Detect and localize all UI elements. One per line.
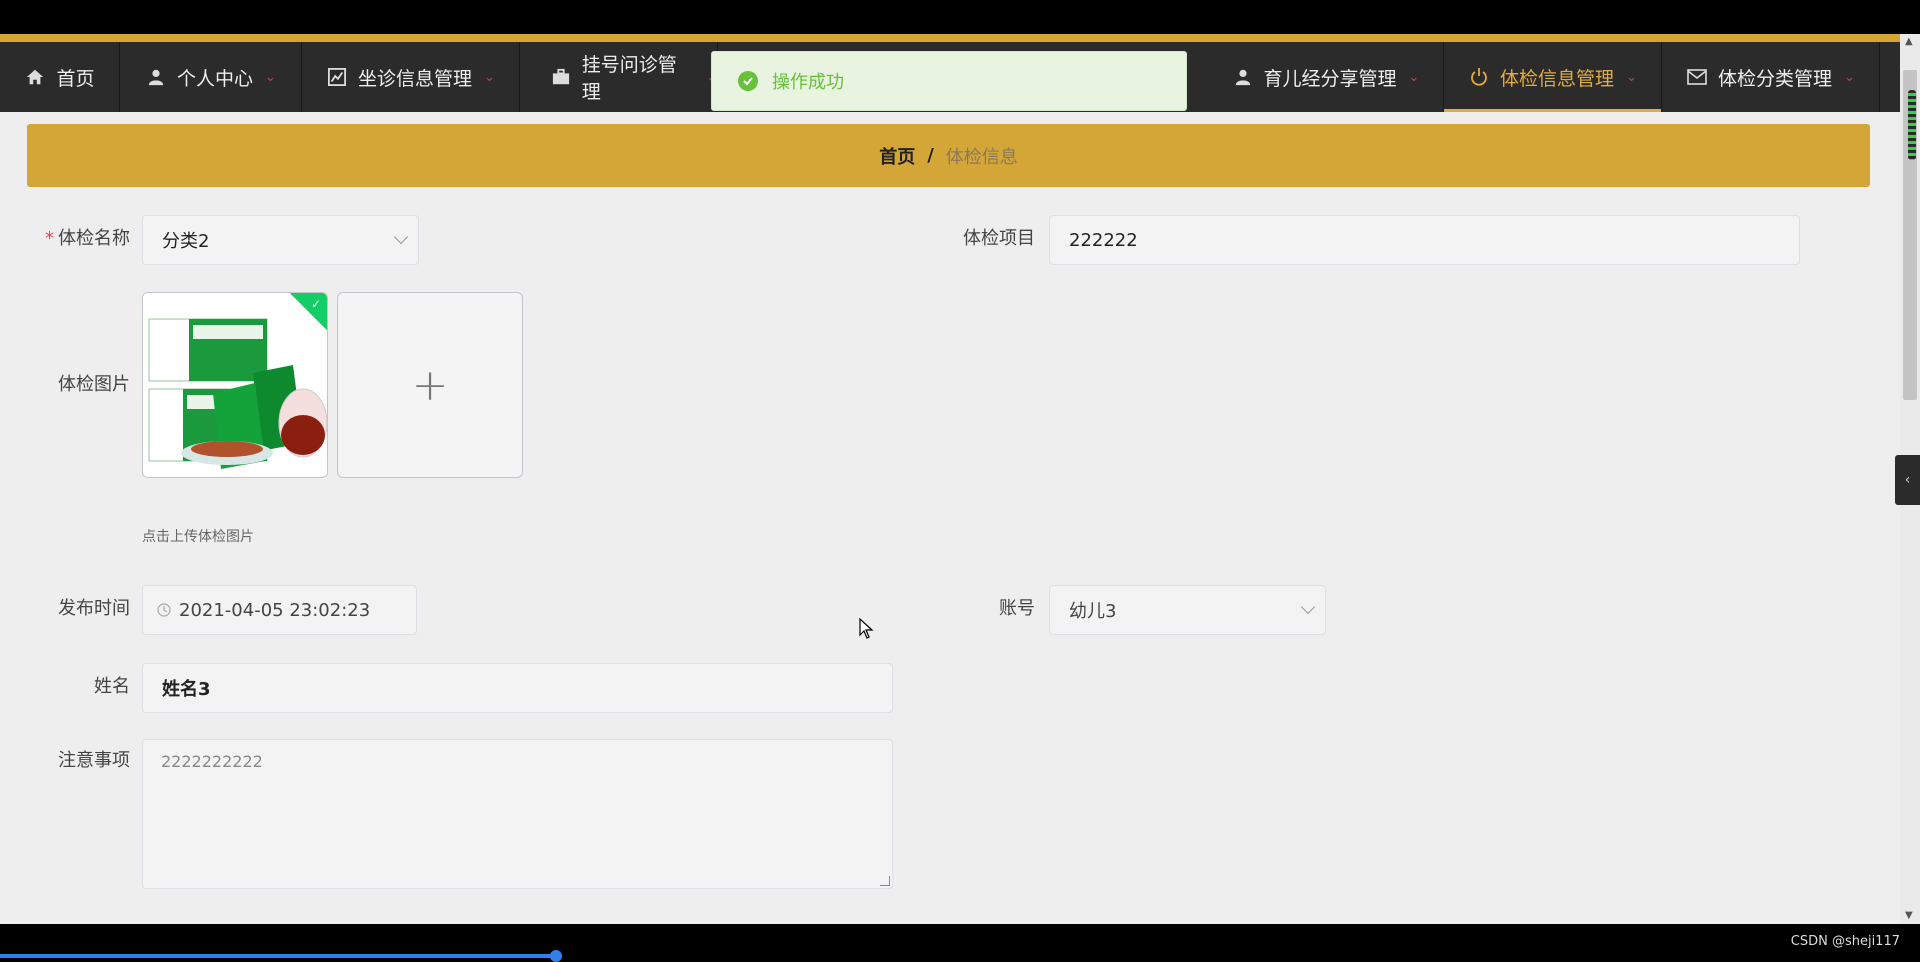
image-label: 体检图片 xyxy=(58,374,130,395)
chevron-down-icon: ⌄ xyxy=(1626,69,1637,85)
chevron-down-icon: ⌄ xyxy=(1408,69,1420,85)
check-circle-icon xyxy=(738,71,758,91)
user-icon xyxy=(1232,66,1254,88)
mail-icon xyxy=(1686,66,1708,88)
nav-item-label: 育儿经分享管理 xyxy=(1263,67,1397,90)
uploaded-image-thumbnail[interactable]: ✓ xyxy=(142,292,328,478)
name-select[interactable]: 分类2 xyxy=(142,215,419,265)
plus-icon: + xyxy=(411,359,449,411)
name-label: * 体检名称 xyxy=(45,228,130,249)
person-name-input[interactable]: 姓名3 xyxy=(142,663,893,713)
nav-item-label: 体检信息管理 xyxy=(1500,67,1615,90)
project-label: 体检项目 xyxy=(963,228,1035,249)
medicine-product-image xyxy=(143,293,327,477)
nav-item-checkup-category[interactable]: 体检分类管理 ⌄ xyxy=(1662,42,1880,112)
chevron-down-icon: ⌄ xyxy=(484,69,495,85)
nav-item-label: 体检分类管理 xyxy=(1718,67,1833,90)
chevron-down-icon xyxy=(1300,599,1316,615)
accent-line xyxy=(0,34,1900,42)
publish-time-picker[interactable]: 2021-04-05 23:02:23 xyxy=(142,585,417,635)
breadcrumb-home[interactable]: 首页 xyxy=(879,143,915,169)
publish-time-value: 2021-04-05 23:02:23 xyxy=(179,599,371,621)
user-icon xyxy=(145,66,167,88)
account-select[interactable]: 幼儿3 xyxy=(1049,585,1326,635)
activity-indicator xyxy=(1908,90,1916,160)
nav-item-label: 首页 xyxy=(56,67,95,90)
publish-time-label: 发布时间 xyxy=(58,598,130,619)
mouse-cursor-icon xyxy=(859,618,874,639)
main-content: 首页 / 体检信息 * 体检名称 分类2 体检项目 222222 体检图片 ✓ … xyxy=(0,112,1900,924)
name-select-value: 分类2 xyxy=(162,231,210,252)
chevron-down-icon: ⌄ xyxy=(265,69,276,85)
resize-handle[interactable] xyxy=(880,876,890,886)
nav-item-parenting-share[interactable]: 育儿经分享管理 ⌄ xyxy=(1208,42,1444,112)
breadcrumb-separator: / xyxy=(927,145,934,166)
video-progress-handle[interactable] xyxy=(550,950,562,962)
account-label: 账号 xyxy=(999,598,1035,619)
chevron-down-icon: ⌄ xyxy=(1844,69,1855,85)
nav-item-personal-center[interactable]: 个人中心 ⌄ xyxy=(120,42,302,112)
notes-label: 注意事项 xyxy=(58,750,130,771)
account-select-value: 幼儿3 xyxy=(1069,601,1117,622)
nav-item-registration[interactable]: 挂号问诊管理 ⌄ xyxy=(520,42,718,112)
home-icon xyxy=(24,66,46,88)
side-panel-toggle[interactable]: ‹ xyxy=(1895,455,1920,505)
person-name-value: 姓名3 xyxy=(162,679,211,700)
person-name-label: 姓名 xyxy=(94,676,130,697)
project-value: 222222 xyxy=(1069,229,1138,251)
toast-message: 操作成功 xyxy=(772,72,844,93)
nav-item-label: 挂号问诊管理 xyxy=(581,54,677,103)
check-icon: ✓ xyxy=(310,297,321,311)
breadcrumb: 首页 / 体检信息 xyxy=(27,124,1870,187)
clock-icon xyxy=(157,603,171,617)
nav-item-consultation[interactable]: 坐诊信息管理 ⌄ xyxy=(302,42,520,112)
chevron-left-icon: ‹ xyxy=(1904,472,1911,488)
briefcase-icon xyxy=(550,66,572,88)
nav-item-home[interactable]: 首页 xyxy=(0,42,120,112)
power-icon xyxy=(1468,66,1490,88)
nav-item-label: 坐诊信息管理 xyxy=(358,67,473,90)
nav-item-checkup-info[interactable]: 体检信息管理 ⌄ xyxy=(1444,42,1662,112)
image-upload-button[interactable]: + xyxy=(337,292,523,478)
video-progress-bar[interactable] xyxy=(0,954,556,958)
chart-icon xyxy=(326,66,348,88)
chevron-down-icon xyxy=(393,229,409,245)
success-toast: 操作成功 xyxy=(711,51,1187,111)
notes-value: 2222222222 xyxy=(161,752,263,771)
scroll-up-icon[interactable]: ▲ xyxy=(1905,36,1913,47)
nav-item-label: 个人中心 xyxy=(177,67,254,90)
notes-textarea[interactable]: 2222222222 xyxy=(142,739,893,889)
scroll-down-icon[interactable]: ▼ xyxy=(1905,910,1913,921)
required-asterisk: * xyxy=(45,228,54,249)
watermark: CSDN @sheji117 xyxy=(1790,934,1900,949)
upload-tip: 点击上传体检图片 xyxy=(142,529,254,545)
window-top-bar xyxy=(0,0,1920,34)
breadcrumb-current: 体检信息 xyxy=(945,146,1018,168)
project-input[interactable]: 222222 xyxy=(1049,215,1800,265)
